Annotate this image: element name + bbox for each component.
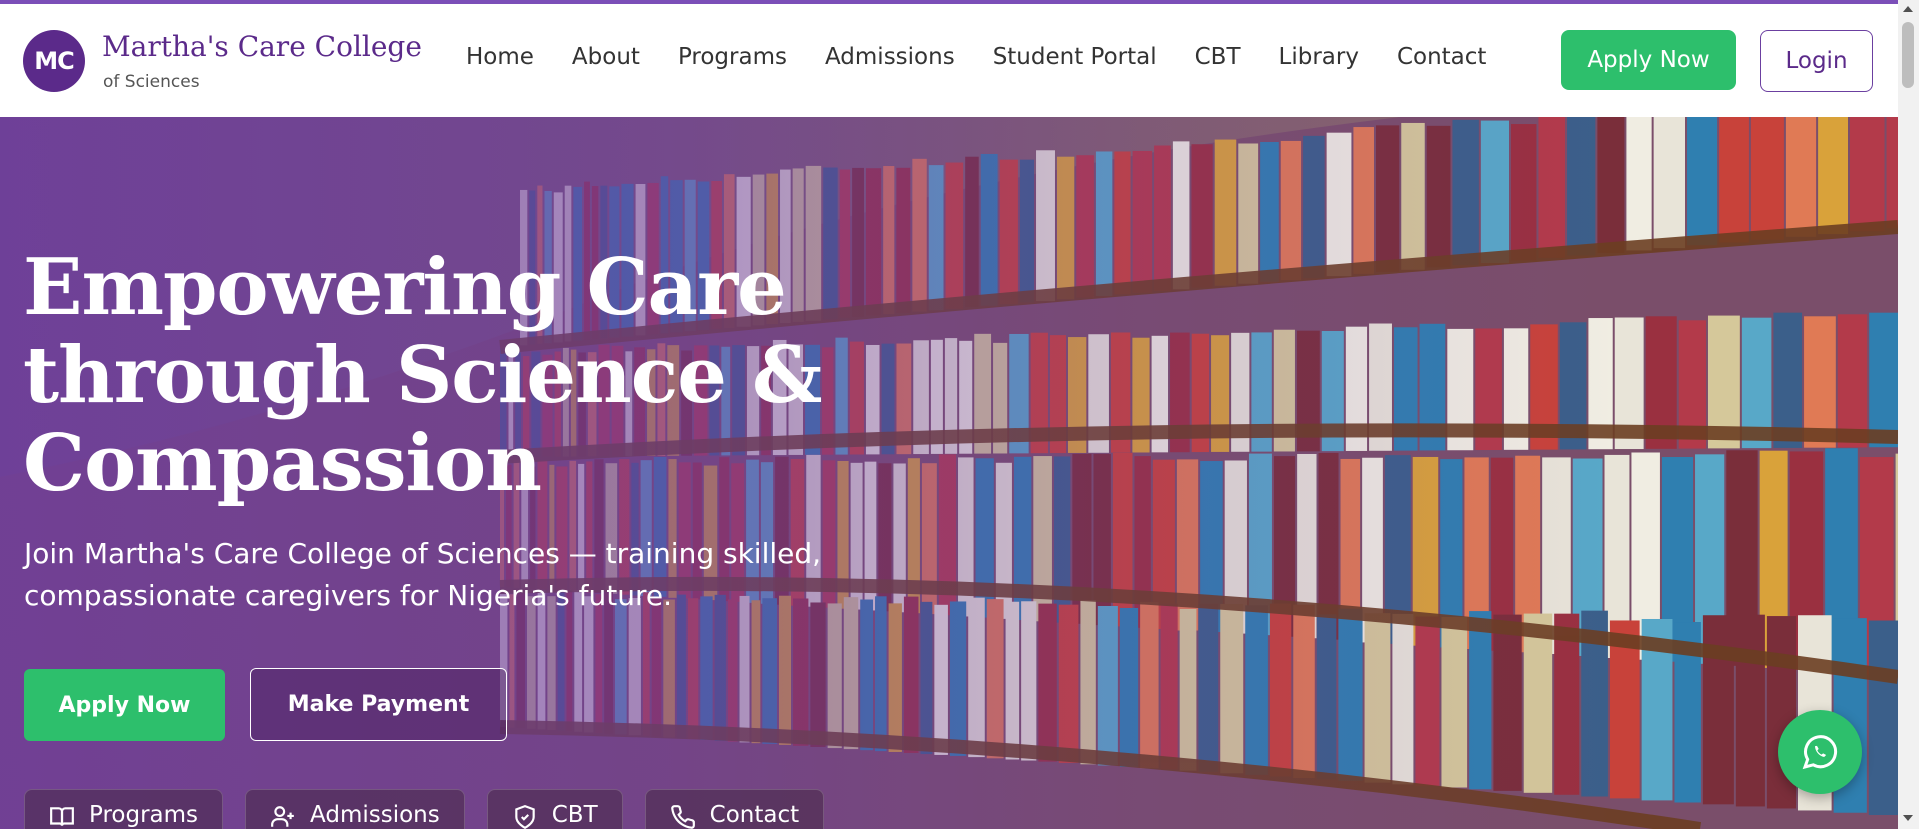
quick-links: Programs Admissions CBT Contact (24, 789, 825, 829)
logo-badge[interactable]: MC (23, 30, 85, 92)
nav-programs[interactable]: Programs (678, 44, 787, 70)
quick-link-label: Contact (709, 802, 800, 828)
hero-apply-now-button[interactable]: Apply Now (24, 669, 225, 741)
whatsapp-button[interactable] (1778, 710, 1862, 794)
quick-link-cbt[interactable]: CBT (486, 789, 623, 829)
quick-link-label: Admissions (310, 802, 440, 828)
scroll-down-arrow-icon[interactable] (1903, 815, 1913, 821)
whatsapp-icon (1802, 735, 1838, 770)
nav-home[interactable]: Home (466, 44, 534, 70)
quick-link-contact[interactable]: Contact (644, 789, 825, 829)
hero-title-line: through Science & (23, 330, 822, 421)
book-icon (50, 807, 74, 826)
phone-icon (670, 805, 695, 829)
brand-subtitle: of Sciences (103, 72, 200, 92)
site-header: MC Martha's Care College of Sciences Hom… (0, 4, 1898, 117)
quick-link-label: Programs (89, 802, 199, 828)
nav-contact[interactable]: Contact (1397, 44, 1486, 70)
page-scrollbar[interactable] (1898, 0, 1919, 829)
brand-name[interactable]: Martha's Care College (102, 30, 422, 63)
quick-link-programs[interactable]: Programs (24, 789, 224, 829)
nav-student-portal[interactable]: Student Portal (993, 44, 1157, 70)
nav-cbt[interactable]: CBT (1195, 44, 1241, 70)
hero-title-line: Compassion (23, 418, 542, 509)
make-payment-button[interactable]: Make Payment (250, 668, 507, 741)
hero-section: Empowering Care through Science & Compas… (0, 117, 1898, 829)
hero-title: Empowering Care through Science & Compas… (23, 244, 923, 508)
shield-check-icon (515, 805, 535, 829)
hero-title-line: Empowering Care (23, 242, 787, 333)
scroll-up-arrow-icon[interactable] (1903, 6, 1913, 12)
login-button[interactable]: Login (1760, 30, 1873, 92)
hero-subtitle: Join Martha's Care College of Sciences —… (24, 537, 822, 612)
nav-about[interactable]: About (572, 44, 640, 70)
user-plus-icon (271, 806, 294, 827)
quick-link-label: CBT (551, 802, 598, 828)
scrollbar-thumb[interactable] (1902, 22, 1914, 88)
main-nav: Home About Programs Admissions Student P… (466, 44, 1486, 70)
nav-admissions[interactable]: Admissions (825, 44, 955, 70)
quick-link-admissions[interactable]: Admissions (245, 789, 465, 829)
apply-now-button[interactable]: Apply Now (1561, 30, 1736, 90)
nav-library[interactable]: Library (1279, 44, 1359, 70)
